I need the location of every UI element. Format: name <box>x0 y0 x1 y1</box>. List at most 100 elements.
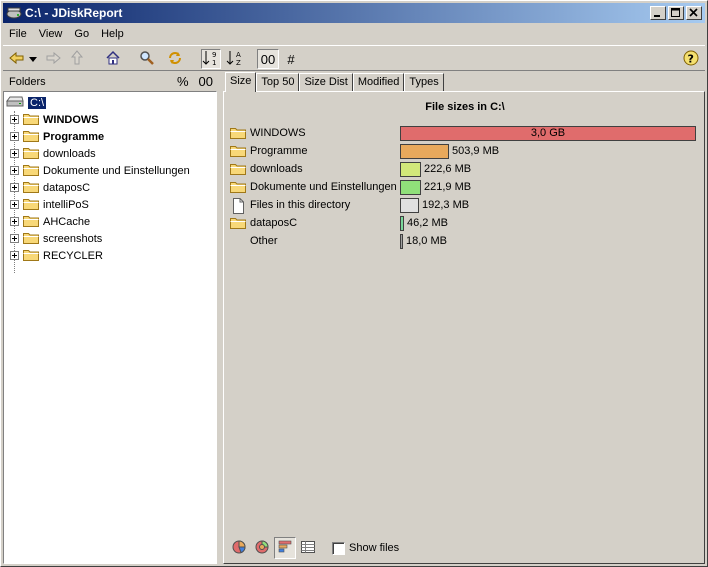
chart-row[interactable]: Dokumente und Einstellungen 221,9 MB <box>230 179 700 197</box>
chart-row[interactable]: WINDOWS 3,0 GB <box>230 125 700 143</box>
chart-row[interactable]: Other 18,0 MB <box>230 233 700 251</box>
menu-view[interactable]: View <box>33 28 69 40</box>
chart-row-label: Dokumente und Einstellungen <box>250 181 397 193</box>
report-tabs: Size Top 50 Size Dist Modified Types <box>225 72 444 92</box>
ring-chart-view-button[interactable] <box>251 537 273 559</box>
tree-item-label: WINDOWS <box>43 113 99 126</box>
hard-drive-icon <box>6 95 24 110</box>
folder-icon <box>230 162 248 178</box>
title-bar[interactable]: C:\ - JDiskReport <box>3 3 705 23</box>
tab-types[interactable]: Types <box>404 73 444 91</box>
size-toggle[interactable]: 00 <box>199 74 213 89</box>
chart-row[interactable]: downloads 222,6 MB <box>230 161 700 179</box>
tree-item[interactable]: Programme <box>10 128 104 145</box>
expand-icon[interactable] <box>10 166 19 175</box>
home-icon <box>105 50 121 69</box>
sort-alphabetical-icon: AZ <box>226 50 244 69</box>
size-bar <box>400 162 421 177</box>
percent-toggle[interactable]: % <box>177 74 189 89</box>
bar-chart-view-button[interactable] <box>274 537 296 559</box>
size-bar <box>400 198 419 213</box>
root-drive-label: C:\ <box>28 96 47 109</box>
tab-size[interactable]: Size <box>225 72 257 92</box>
chart-row[interactable]: Programme 503,9 MB <box>230 143 700 161</box>
folder-tree[interactable]: C:\ WINDOWS Programme downloads Dokumente u… <box>3 91 217 564</box>
search-button[interactable] <box>137 49 157 69</box>
show-count-label: # <box>287 51 295 67</box>
svg-text:9: 9 <box>212 51 216 59</box>
tree-item[interactable]: WINDOWS <box>10 111 99 128</box>
tree-item-label: AHCache <box>43 215 91 228</box>
search-icon <box>139 50 155 69</box>
help-button[interactable]: ? <box>681 49 701 69</box>
show-files-checkbox[interactable] <box>332 541 345 555</box>
menu-bar: File View Go Help <box>3 25 130 43</box>
folder-icon <box>23 129 39 145</box>
tree-item[interactable]: downloads <box>10 145 96 162</box>
folder-icon <box>230 126 248 142</box>
refresh-button[interactable] <box>165 49 185 69</box>
expand-icon[interactable] <box>10 183 19 192</box>
up-arrow-icon <box>70 49 84 69</box>
expand-icon[interactable] <box>10 251 19 260</box>
folder-icon <box>23 163 39 179</box>
tree-item[interactable]: AHCache <box>10 213 90 230</box>
file-icon <box>230 198 248 214</box>
tree-item[interactable]: dataposC <box>10 179 90 196</box>
folder-icon <box>23 197 39 213</box>
menu-go[interactable]: Go <box>68 28 95 40</box>
svg-text:Z: Z <box>236 59 241 66</box>
chart-row[interactable]: dataposC 46,2 MB <box>230 215 700 233</box>
tree-item[interactable]: intelliPoS <box>10 196 89 213</box>
tree-item-label: Programme <box>43 130 105 143</box>
home-button[interactable] <box>103 49 123 69</box>
close-button[interactable] <box>686 6 702 20</box>
table-icon <box>300 539 316 558</box>
chart-row-label: Files in this directory <box>250 199 351 211</box>
tab-top-50[interactable]: Top 50 <box>256 73 300 91</box>
disk-report-app-icon[interactable] <box>6 5 22 21</box>
chart-row[interactable]: Files in this directory 192,3 MB <box>230 197 700 215</box>
tree-item[interactable]: Dokumente und Einstellungen <box>10 162 190 179</box>
expand-icon[interactable] <box>10 149 19 158</box>
show-files-label[interactable]: Show files <box>349 542 399 554</box>
panel-splitter[interactable] <box>218 73 222 564</box>
folder-icon <box>23 248 39 264</box>
tree-root-drive[interactable]: C:\ <box>6 94 47 111</box>
sort-descending-button[interactable]: 91 <box>201 49 221 69</box>
toolbar: 91 AZ 00 # ? <box>3 45 705 71</box>
menu-file[interactable]: File <box>3 28 33 40</box>
expand-icon[interactable] <box>10 132 19 141</box>
maximize-button[interactable] <box>668 6 684 20</box>
tree-item[interactable]: RECYCLER <box>10 247 103 264</box>
menu-help[interactable]: Help <box>95 28 130 40</box>
expand-icon[interactable] <box>10 115 19 124</box>
show-size-button[interactable]: 00 <box>257 49 279 69</box>
tree-item-label: intelliPoS <box>43 198 89 211</box>
tree-item-label: screenshots <box>43 232 103 245</box>
tab-modified[interactable]: Modified <box>352 73 405 91</box>
size-bar <box>400 144 449 159</box>
folder-icon <box>23 112 39 128</box>
tree-item[interactable]: screenshots <box>10 230 102 247</box>
minimize-button[interactable] <box>650 6 666 20</box>
pie-chart-view-button[interactable] <box>228 537 250 559</box>
tab-size-dist[interactable]: Size Dist <box>299 73 353 91</box>
svg-text:?: ? <box>688 52 694 65</box>
expand-icon[interactable] <box>10 234 19 243</box>
expand-icon[interactable] <box>10 200 19 209</box>
sort-alphabetical-button[interactable]: AZ <box>225 49 245 69</box>
up-button[interactable] <box>67 49 87 69</box>
table-view-button[interactable] <box>297 537 319 559</box>
show-count-button[interactable]: # <box>281 49 301 69</box>
back-button[interactable] <box>7 49 27 69</box>
folder-icon <box>230 180 248 196</box>
back-history-dropdown[interactable] <box>27 49 39 69</box>
expand-icon[interactable] <box>10 217 19 226</box>
folders-panel: Folders % 00 C:\ WINDOWS Programme downloa… <box>3 73 217 564</box>
size-value: 46,2 MB <box>407 217 448 229</box>
folder-icon <box>23 214 39 230</box>
forward-button[interactable] <box>43 49 63 69</box>
size-bar <box>400 216 404 231</box>
svg-text:1: 1 <box>212 59 216 66</box>
